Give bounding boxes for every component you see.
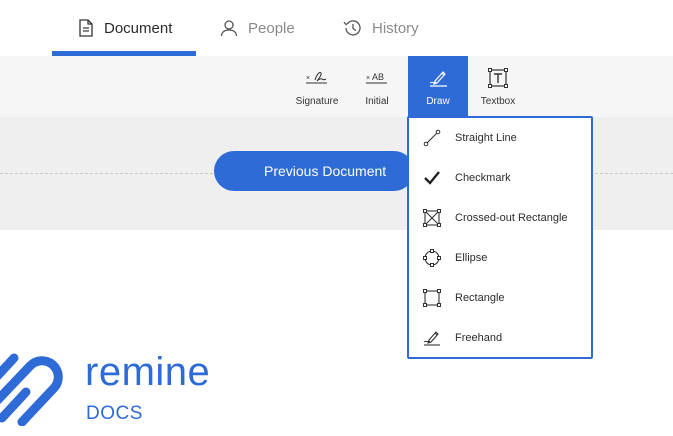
draw-tool-button[interactable]: Draw [408,56,468,117]
rectangle-icon [409,288,455,308]
crossed-rectangle-icon [409,208,455,228]
svg-text:×: × [366,75,370,82]
menu-item-label: Rectangle [455,292,505,304]
initial-tool-button[interactable]: × AB Initial [356,56,398,117]
menu-item-label: Ellipse [455,252,488,264]
remine-logo-icon [0,336,72,431]
initial-label: Initial [365,96,389,107]
signature-icon: × [306,66,328,90]
freehand-icon [409,328,455,348]
svg-text:×: × [306,75,310,82]
pen-draw-icon [427,66,449,90]
menu-item-label: Checkmark [455,172,511,184]
logo-subtitle: DOCS [86,403,143,424]
tab-history-label: History [372,19,419,37]
tab-history[interactable]: History [342,0,419,56]
document-icon [78,19,94,37]
initial-icon: × AB [366,66,388,90]
draw-shape-menu: Straight Line Checkmark Crossed-out Rect… [407,116,593,359]
previous-document-button[interactable]: Previous Document [214,151,414,191]
menu-item-freehand[interactable]: Freehand [409,318,591,358]
tab-document[interactable]: Document [78,0,172,56]
menu-item-label: Straight Line [455,132,517,144]
menu-item-straight-line[interactable]: Straight Line [409,118,591,158]
textbox-label: Textbox [480,96,516,107]
menu-item-rectangle[interactable]: Rectangle [409,278,591,318]
logo-wordmark: remine [85,350,211,394]
signature-label: Signature [295,96,339,107]
menu-item-label: Freehand [455,332,503,344]
svg-text:AB: AB [372,72,384,82]
menu-item-ellipse[interactable]: Ellipse [409,238,591,278]
signature-tool-button[interactable]: × Signature [288,56,346,117]
menu-item-checkmark[interactable]: Checkmark [409,158,591,198]
menu-item-label: Crossed-out Rectangle [455,212,568,224]
tab-document-label: Document [104,19,173,37]
checkmark-icon [409,169,455,187]
history-icon [342,19,362,37]
straight-line-icon [409,129,455,147]
textbox-icon [488,66,508,90]
ellipse-icon [409,248,455,268]
tab-people-label: People [248,19,295,37]
top-tabs: Document People History [0,0,673,56]
tab-people[interactable]: People [220,0,295,56]
draw-label: Draw [426,96,450,107]
annotation-toolbar: × Signature × AB Initial Draw Textbox [0,56,673,117]
person-icon [220,19,238,37]
textbox-tool-button[interactable]: Textbox [474,56,522,117]
menu-item-crossed-out-rectangle[interactable]: Crossed-out Rectangle [409,198,591,238]
